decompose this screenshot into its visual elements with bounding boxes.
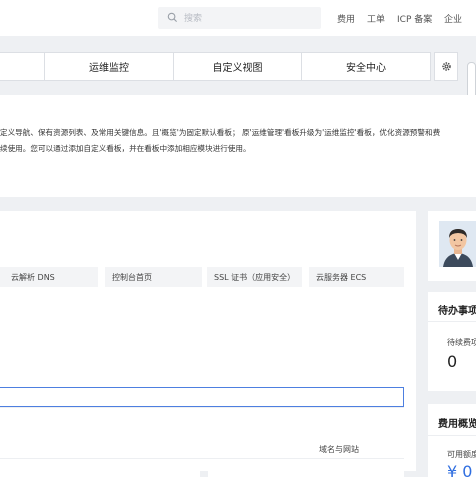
bottom-card [0, 470, 200, 477]
quick-link-ssl[interactable]: SSL 证书（应用安全） [207, 267, 302, 287]
avatar-illustration [439, 221, 476, 267]
dropdown-item-domains[interactable]: 域名与网站 [319, 444, 359, 455]
nav-link-enterprise[interactable]: 企业 [444, 12, 462, 25]
quick-link-dns[interactable]: 云解析 DNS [0, 267, 98, 287]
quick-link-label: 云解析 DNS [11, 273, 55, 282]
quick-link-ecs[interactable]: 云服务器 ECS [309, 267, 404, 287]
search-box[interactable]: 搜索 [158, 7, 321, 29]
tab-overview[interactable] [0, 52, 45, 81]
tab-ops-monitoring[interactable]: 运维监控 [44, 52, 174, 81]
nav-link-icp[interactable]: ICP 备案 [397, 12, 432, 25]
available-credit-label: 可用额度 [447, 450, 476, 459]
quick-link-label: SSL 证书（应用安全） [214, 273, 296, 282]
fee-overview-title: 费用概览 [438, 419, 476, 430]
dashboard-tabs: 运维监控 自定义视图 安全中心 [0, 52, 476, 81]
nav-link-tickets[interactable]: 工单 [367, 12, 385, 25]
search-dropdown: 域名与网站 [0, 407, 404, 459]
search-input[interactable]: 搜索 [184, 11, 202, 24]
resource-search-input[interactable] [0, 387, 404, 407]
quick-link-label: 控制台首页 [112, 273, 152, 282]
todo-renewal-count[interactable]: 0 [447, 352, 457, 371]
notice-panel: 定义导航、保有资源列表、及常用关键信息。且'概览'为固定默认看板； 原'运维管理… [0, 95, 476, 197]
nav-link-billing[interactable]: 费用 [337, 12, 355, 25]
search-icon [167, 12, 178, 23]
top-bar: 搜索 费用 工单 ICP 备案 企业 [0, 0, 476, 36]
tab-custom-view[interactable]: 自定义视图 [173, 52, 302, 81]
quick-link-console-home[interactable]: 控制台首页 [105, 267, 202, 287]
avatar[interactable] [439, 221, 476, 267]
todo-renewal-label: 待续费项 [447, 338, 476, 347]
notice-text-line-1: 定义导航、保有资源列表、及常用关键信息。且'概览'为固定默认看板； 原'运维管理… [0, 128, 441, 137]
quick-link-label: 云服务器 ECS [316, 273, 367, 282]
divider [428, 435, 476, 436]
tab-settings-button[interactable] [434, 52, 458, 81]
notice-text-line-2: 续使用。您可以通过添加自定义看板，并在看板中添加相应模块进行使用。 [0, 144, 251, 153]
tab-security-center[interactable]: 安全中心 [301, 52, 431, 81]
bottom-card [208, 470, 404, 477]
available-credit-amount: ¥ 0 [447, 462, 473, 477]
gear-icon [441, 62, 451, 71]
divider [428, 321, 476, 322]
todo-title: 待办事项 [438, 306, 476, 317]
